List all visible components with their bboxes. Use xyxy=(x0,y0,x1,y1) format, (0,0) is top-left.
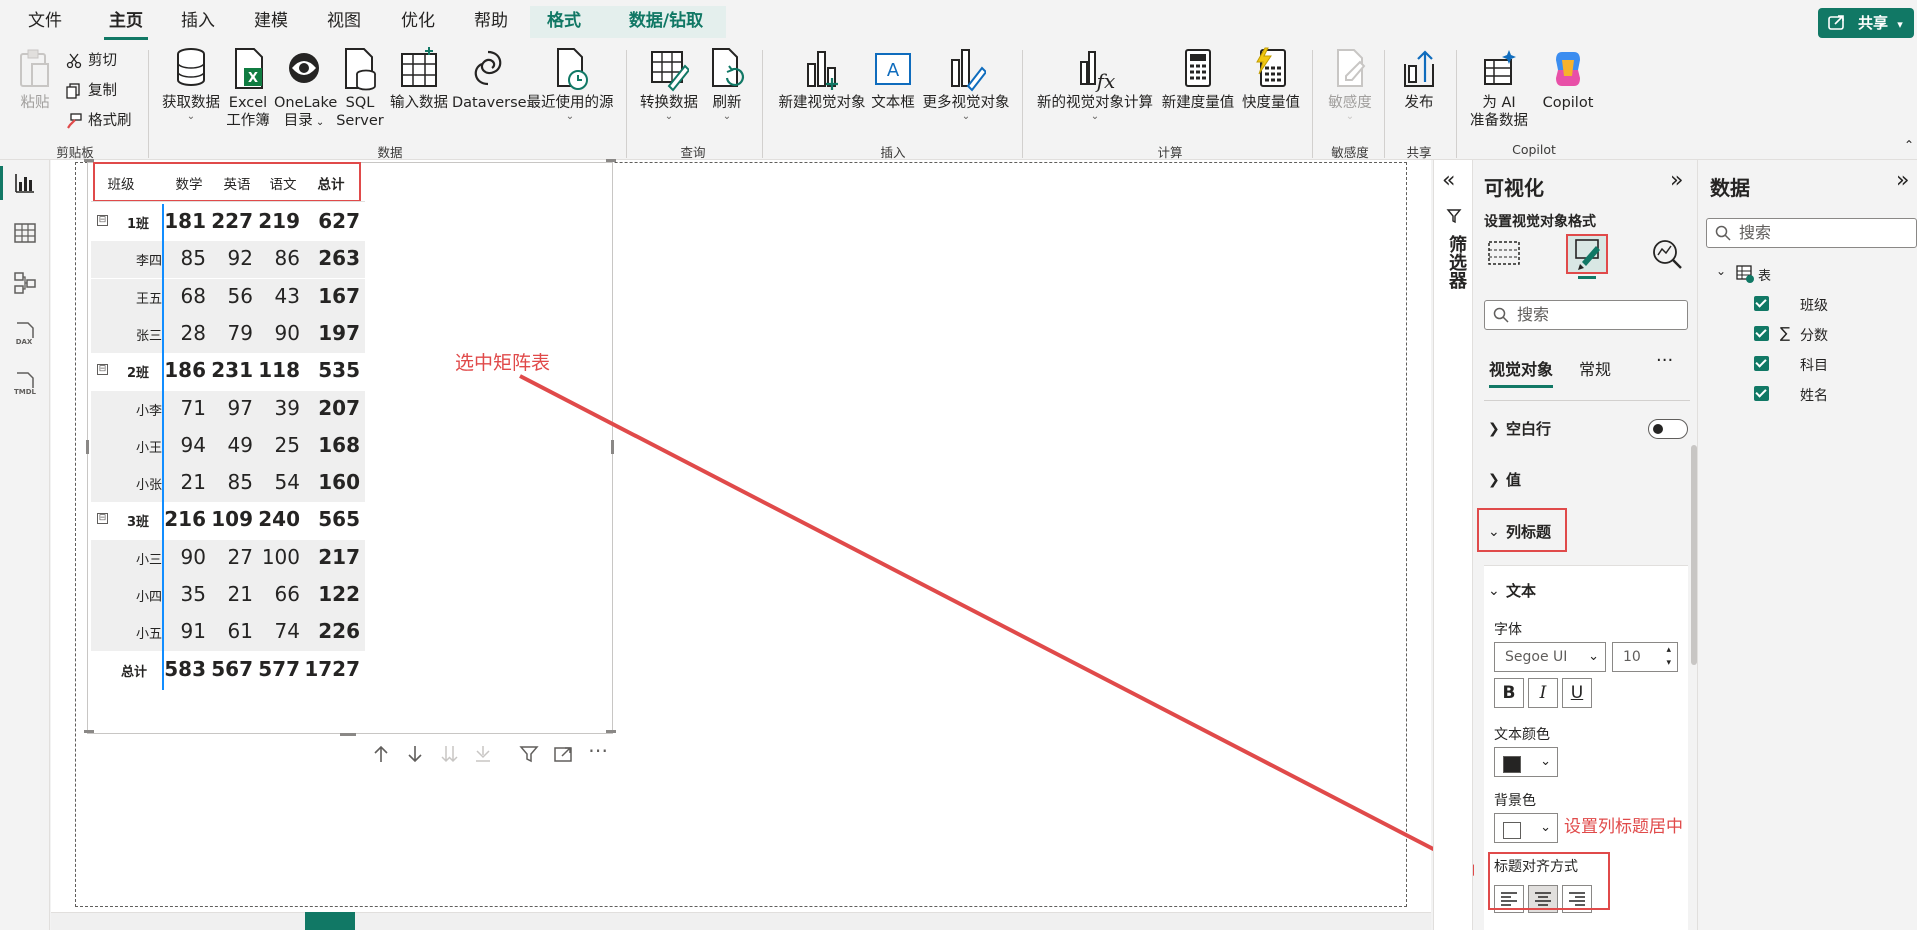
text-color-picker[interactable]: ⌄ xyxy=(1494,747,1558,777)
section-blank-rows-label: 空白行 xyxy=(1506,420,1552,438)
table-icon xyxy=(1736,265,1754,283)
text-color-swatch xyxy=(1503,756,1521,773)
collapse-data-pane-icon[interactable]: » xyxy=(1896,168,1909,193)
sum-icon: ∑ xyxy=(1780,324,1791,342)
format-visual-tab[interactable] xyxy=(1566,234,1608,274)
underline-button[interactable]: U xyxy=(1562,678,1592,708)
chevron-down-icon: ⌄ xyxy=(1588,649,1599,664)
field-name[interactable]: 班级 xyxy=(1800,295,1828,315)
field-checkbox[interactable] xyxy=(1754,296,1769,311)
stepper-arrows-icon[interactable]: ▴ ▾ xyxy=(1666,644,1671,670)
section-values-label: 值 xyxy=(1506,471,1522,489)
chevron-down-icon: ⌄ xyxy=(1488,583,1500,599)
background-color-picker[interactable]: ⌄ xyxy=(1494,813,1558,843)
tab-visual[interactable]: 视觉对象 xyxy=(1489,356,1554,388)
filter-funnel-icon xyxy=(1446,209,1462,224)
field-checkbox[interactable] xyxy=(1754,326,1769,341)
chevron-right-icon: ❯ xyxy=(1488,472,1500,488)
visualizations-title: 可视化 xyxy=(1484,176,1544,200)
annotation-set-center: 设置列标题居中 xyxy=(1564,817,1683,837)
field-name[interactable]: 姓名 xyxy=(1800,385,1828,405)
section-values[interactable]: ❯ 值 xyxy=(1484,460,1690,500)
chevron-right-icon: ❯ xyxy=(1488,421,1500,437)
field-name[interactable]: 分数 xyxy=(1800,325,1828,345)
data-pane-title: 数据 xyxy=(1710,176,1750,200)
font-label: 字体 xyxy=(1494,622,1522,638)
text-color-label: 文本颜色 xyxy=(1494,727,1550,743)
active-tab-indicator xyxy=(1578,276,1596,279)
tab-general[interactable]: 常规 xyxy=(1579,356,1611,380)
italic-button[interactable]: I xyxy=(1528,678,1558,708)
build-visual-icon[interactable] xyxy=(1487,238,1521,268)
analytics-icon[interactable] xyxy=(1650,238,1684,270)
alignment-highlight xyxy=(1488,852,1610,910)
section-text-label: 文本 xyxy=(1506,582,1537,600)
chevron-down-icon: ⌄ xyxy=(1540,754,1551,769)
field-name[interactable]: 科目 xyxy=(1800,355,1828,375)
font-size-value: 10 xyxy=(1623,649,1641,665)
paint-brush-icon xyxy=(1575,239,1600,270)
font-family-value: Segoe UI xyxy=(1505,649,1568,665)
search-icon xyxy=(1715,225,1731,241)
bold-button[interactable]: B xyxy=(1494,678,1524,708)
viz-pane-scrollbar[interactable] xyxy=(1691,445,1697,665)
background-color-swatch xyxy=(1503,822,1521,839)
data-pane xyxy=(1699,160,1917,930)
chevron-down-icon[interactable]: ⌄ xyxy=(1716,264,1726,278)
collapse-visualizations-icon[interactable]: » xyxy=(1670,168,1683,193)
chevron-down-icon: ⌄ xyxy=(1540,820,1551,835)
font-family-dropdown[interactable]: Segoe UI ⌄ xyxy=(1494,642,1606,672)
blank-rows-toggle[interactable] xyxy=(1648,419,1688,439)
filters-pane-label: 筛选器 xyxy=(1446,235,1467,289)
data-search-input[interactable]: 搜索 xyxy=(1706,218,1917,248)
font-size-stepper[interactable]: 10 ▴ ▾ xyxy=(1612,642,1678,672)
section-text[interactable]: ⌄ 文本 xyxy=(1484,571,1690,611)
data-search-placeholder: 搜索 xyxy=(1739,223,1772,242)
more-options-icon[interactable]: ··· xyxy=(1656,350,1673,371)
expand-filters-icon[interactable]: « xyxy=(1442,168,1455,193)
background-color-label: 背景色 xyxy=(1494,793,1536,809)
search-icon xyxy=(1493,307,1509,323)
column-headers-highlight xyxy=(1477,508,1567,552)
field-checkbox[interactable] xyxy=(1754,386,1769,401)
viz-search-placeholder: 搜索 xyxy=(1517,305,1550,324)
field-checkbox[interactable] xyxy=(1754,356,1769,371)
tabs-divider xyxy=(1484,400,1690,401)
table-name[interactable]: 表 xyxy=(1758,265,1771,284)
format-visual-subtitle: 设置视觉对象格式 xyxy=(1484,214,1596,230)
viz-search-input[interactable]: 搜索 xyxy=(1484,300,1688,330)
toggle-knob xyxy=(1653,424,1663,434)
